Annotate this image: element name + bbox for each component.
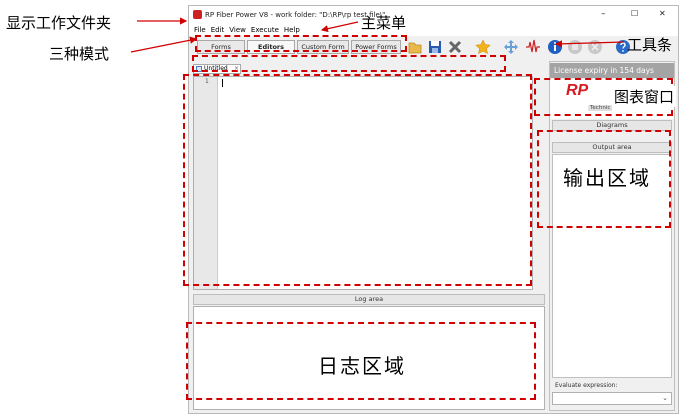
minimize-button[interactable]: –: [601, 9, 606, 19]
evaluate-expression-label: Evaluate expression:: [555, 382, 618, 389]
move-icon[interactable]: [503, 39, 519, 55]
save-icon[interactable]: [427, 39, 443, 55]
label-log-region: 日志区域: [318, 354, 406, 378]
title-bar: RP Fiber Power V8 - work folder: "D:\RP\…: [189, 6, 678, 24]
license-banner: License expiry in 154 days: [550, 63, 674, 78]
arrow-three-modes: [130, 36, 198, 53]
app-icon: [193, 10, 202, 19]
star-icon[interactable]: [475, 39, 491, 55]
label-toolbar: 工具条: [627, 36, 673, 54]
maximize-button[interactable]: ☐: [631, 9, 638, 18]
stop-icon[interactable]: [567, 39, 583, 55]
label-work-folder: 显示工作文件夹: [6, 14, 112, 32]
tab-strip-highlight: [192, 55, 506, 72]
cancel-icon[interactable]: [587, 39, 603, 55]
label-three-modes: 三种模式: [49, 45, 110, 63]
signal-icon[interactable]: [525, 39, 541, 55]
info-icon[interactable]: [547, 39, 563, 55]
label-output-region: 输出区域: [563, 166, 651, 190]
label-diagram-window: 图表窗口: [612, 86, 677, 107]
chevron-down-icon[interactable]: ⌄: [662, 394, 668, 402]
evaluate-expression-input[interactable]: ⌄: [552, 392, 672, 405]
log-area-header: Log area: [193, 294, 545, 305]
label-main-menu: 主菜单: [361, 14, 407, 32]
delete-icon[interactable]: [447, 39, 463, 55]
open-folder-icon[interactable]: [407, 39, 423, 55]
window-title: RP Fiber Power V8 - work folder: "D:\RP\…: [205, 11, 386, 19]
modes-highlight: [195, 35, 407, 52]
editor-highlight: [183, 74, 532, 286]
close-button[interactable]: ✕: [659, 9, 666, 18]
